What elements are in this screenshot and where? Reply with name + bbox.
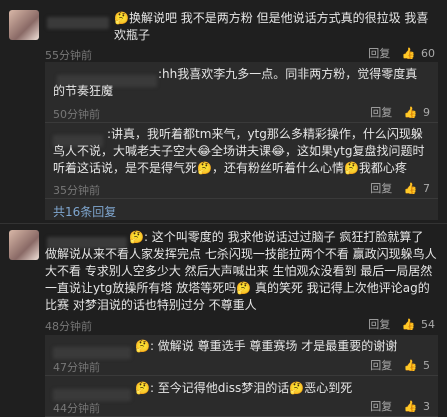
avatar[interactable] (9, 230, 39, 260)
reply-actions: 回复 👍 9 (362, 104, 430, 120)
username-blurred[interactable] (47, 12, 109, 31)
like-count: 7 (423, 182, 430, 195)
like-icon[interactable]: 👍 (404, 400, 418, 413)
comment-text: 🤔: 这个叫零度的 我求他说话过过脑子 疯狂打脸就算了 做解说从来不看人家发挥完… (45, 230, 437, 312)
reply-item: :讲真，我听着都tm来气，ytg那么多精彩操作，什么闪现躲鸟人不说，大喊老夫子空… (45, 124, 438, 199)
comment-item: 🤔换解说吧 我不是两方粉 但是他说话方式真的很拉圾 我喜欢瓶子 55分钟前 回复… (0, 0, 447, 220)
reply-text: :讲真，我听着都tm来气，ytg那么多精彩操作，什么闪现躲鸟人不说，大喊老夫子空… (53, 127, 425, 175)
reply-button[interactable]: 回复 (370, 106, 392, 119)
comment-item: 🤔: 这个叫零度的 我求他说话过过脑子 疯狂打脸就算了 做解说从来不看人家发挥完… (0, 225, 447, 417)
reply-actions: 回复 👍 5 (362, 357, 430, 373)
comment-text: 🤔换解说吧 我不是两方粉 但是他说话方式真的很拉圾 我喜欢瓶子 (114, 11, 429, 42)
reply-button[interactable]: 回复 (368, 318, 390, 331)
comment-time: 48分钟前 (45, 320, 92, 333)
like-icon[interactable]: 👍 (404, 359, 418, 372)
reply-button[interactable]: 回复 (370, 182, 392, 195)
like-count: 54 (421, 318, 435, 331)
comment-actions: 回复 👍 54 (360, 316, 435, 332)
reply-button[interactable]: 回复 (368, 47, 390, 60)
comment-actions: 回复 👍 60 (360, 45, 435, 61)
reply-time: 44分钟前 (53, 402, 100, 415)
reply-time: 50分钟前 (53, 108, 100, 121)
reply-actions: 回复 👍 3 (362, 398, 430, 414)
reply-time: 47分钟前 (53, 361, 100, 374)
like-icon[interactable]: 👍 (404, 106, 418, 119)
reply-actions: 回复 👍 7 (362, 180, 430, 196)
comment-time: 55分钟前 (45, 49, 92, 62)
reply-list: :hh我喜欢李九多一点。同非两方粉，觉得零度真的节奏狂魔 50分钟前 回复 👍 … (45, 62, 438, 220)
reply-text: 🤔: 做解说 尊重选手 尊重赛场 才是最重要的谢谢 (135, 339, 398, 353)
like-count: 9 (423, 106, 430, 119)
reply-text: :hh我喜欢李九多一点。同非两方粉，觉得零度真的节奏狂魔 (53, 67, 418, 98)
like-icon[interactable]: 👍 (402, 318, 416, 331)
reply-text: 🤔: 至今记得他diss梦泪的话🤔恶心到死 (135, 381, 353, 395)
like-icon[interactable]: 👍 (404, 182, 418, 195)
like-count: 5 (423, 359, 430, 372)
view-more-replies-link[interactable]: 共16条回复 (53, 203, 116, 220)
reply-item: 🤔: 至今记得他diss梦泪的话🤔恶心到死 44分钟前 回复 👍 3 (45, 377, 438, 417)
like-count: 60 (421, 47, 435, 60)
reply-list: 🤔: 做解说 尊重选手 尊重赛场 才是最重要的谢谢 47分钟前 回复 👍 5 🤔… (45, 335, 438, 417)
reply-item: :hh我喜欢李九多一点。同非两方粉，觉得零度真的节奏狂魔 50分钟前 回复 👍 … (45, 62, 438, 123)
reply-button[interactable]: 回复 (370, 359, 392, 372)
divider (0, 223, 447, 224)
like-icon[interactable]: 👍 (402, 47, 416, 60)
reply-button[interactable]: 回复 (370, 400, 392, 413)
reply-time: 35分钟前 (53, 184, 100, 197)
reply-item: 🤔: 做解说 尊重选手 尊重赛场 才是最重要的谢谢 47分钟前 回复 👍 5 (45, 335, 438, 376)
like-count: 3 (423, 400, 430, 413)
avatar[interactable] (9, 10, 39, 40)
